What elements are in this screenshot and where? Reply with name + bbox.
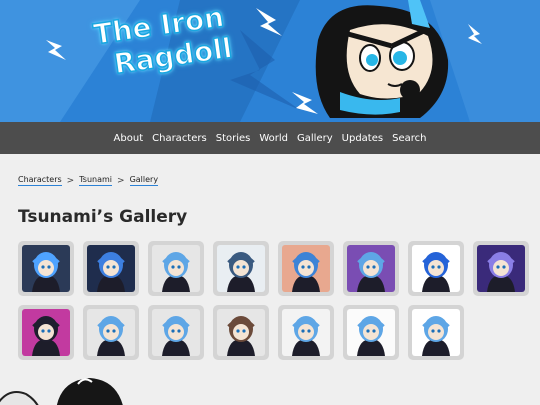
gallery-image [152, 245, 200, 292]
breadcrumb-gallery[interactable]: Gallery [129, 175, 159, 186]
gallery-thumbnail[interactable] [343, 241, 399, 296]
gallery-image [22, 309, 70, 356]
gallery-thumbnail[interactable] [278, 305, 334, 360]
gallery-image [477, 245, 525, 292]
chevron-right-icon: > [66, 175, 75, 186]
gallery-thumbnail[interactable] [18, 305, 74, 360]
gallery-thumbnail[interactable] [83, 241, 139, 296]
footer-character-art [0, 378, 123, 405]
gallery-thumbnail[interactable] [213, 241, 269, 296]
nav-link-gallery[interactable]: Gallery [297, 133, 333, 144]
gallery-image [22, 245, 70, 292]
gallery-thumbnail[interactable] [343, 305, 399, 360]
gallery-thumbnail[interactable] [408, 241, 464, 296]
chevron-right-icon: > [117, 175, 125, 186]
breadcrumb: Characters > Tsunami > Gallery [18, 175, 159, 186]
gallery-image [282, 245, 330, 292]
breadcrumb-tsunami[interactable]: Tsunami [79, 175, 113, 186]
gallery-image [87, 309, 135, 356]
nav-link-about[interactable]: About [114, 133, 144, 144]
gallery-image [412, 309, 460, 356]
gallery-thumbnail[interactable] [148, 241, 204, 296]
main-nav: About Characters Stories World Gallery U… [0, 122, 540, 154]
gallery-image [152, 309, 200, 356]
gallery-image [87, 245, 135, 292]
gallery-thumbnail[interactable] [408, 305, 464, 360]
gallery-grid [18, 241, 530, 360]
gallery-image [282, 309, 330, 356]
gallery-image [347, 245, 395, 292]
gallery-image [217, 309, 265, 356]
gallery-image [412, 245, 460, 292]
nav-link-characters[interactable]: Characters [152, 133, 207, 144]
gallery-image [217, 245, 265, 292]
gallery-image [347, 309, 395, 356]
banner-art [0, 0, 540, 122]
gallery-thumbnail[interactable] [148, 305, 204, 360]
gallery-thumbnail[interactable] [18, 241, 74, 296]
page-title: Tsunami’s Gallery [18, 207, 188, 227]
gallery-thumbnail[interactable] [213, 305, 269, 360]
breadcrumb-characters[interactable]: Characters [18, 175, 62, 186]
gallery-thumbnail[interactable] [278, 241, 334, 296]
nav-link-stories[interactable]: Stories [216, 133, 251, 144]
gallery-thumbnail[interactable] [83, 305, 139, 360]
nav-link-updates[interactable]: Updates [342, 133, 383, 144]
site-banner: The Iron Ragdoll [0, 0, 540, 122]
character-mascot [315, 0, 449, 118]
gallery-thumbnail[interactable] [473, 241, 529, 296]
nav-link-world[interactable]: World [259, 133, 288, 144]
nav-link-search[interactable]: Search [392, 133, 426, 144]
